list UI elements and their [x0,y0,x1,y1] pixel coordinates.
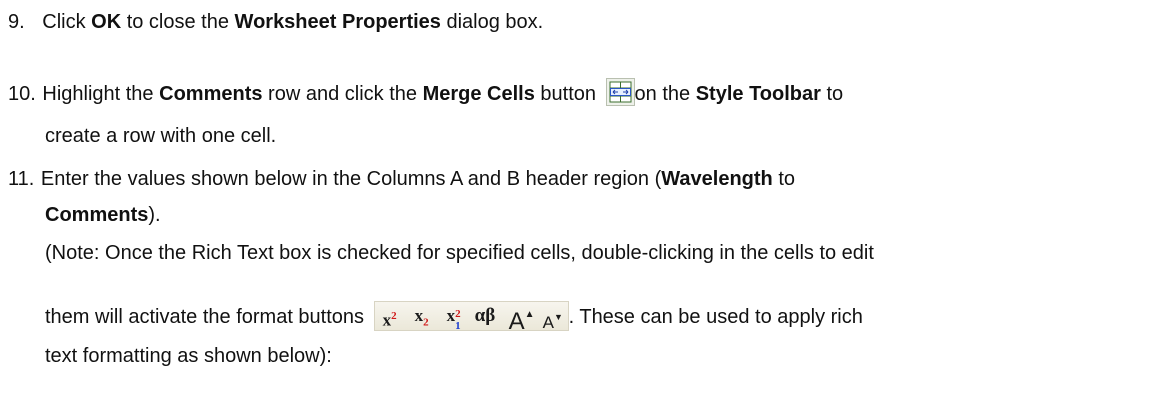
step-text: to [820,83,844,105]
step-11-continuation: Comments). [45,203,161,227]
style-toolbar-term: Style Toolbar [695,83,821,105]
increase-font-icon: A▲ [508,308,535,335]
step-text: ). [148,204,161,226]
step-text: dialog box. [440,11,544,33]
supersubscript-icon: x21 [446,306,461,332]
step-text: Enter the values shown below in the Colu… [40,168,662,190]
step-11: 11. Enter the values shown below in the … [8,167,795,191]
step-text: row and click the [262,83,423,105]
step-number: 11. [8,168,35,190]
comments-term: Comments [159,83,263,105]
step-text: button [534,83,602,105]
ok-term: OK [91,11,122,33]
note-line-1: (Note: Once the Rich Text box is checked… [45,241,874,265]
worksheet-properties-term: Worksheet Properties [234,11,441,33]
step-9: 9. Click OK to close the Worksheet Prope… [8,10,543,34]
note-text: them will activate the format buttons [45,306,370,328]
step-number: 9. [8,11,25,33]
subscript-icon: x2 [414,306,429,329]
merge-cells-term: Merge Cells [422,83,535,105]
merge-cells-icon [605,78,635,106]
greek-icon: αβ [474,305,496,326]
superscript-icon: x2 [382,310,397,330]
step-text: to close the [121,11,235,33]
step-text: Highlight the [42,83,160,105]
step-text: to [772,168,796,190]
step-text: on the [634,83,696,105]
note-text: (Note: Once the Rich Text box is checked… [45,242,874,264]
note-text: . These can be used to apply rich [568,306,863,328]
step-10-continuation: create a row with one cell. [45,124,276,148]
step-text: create a row with one cell. [45,125,277,147]
step-text: Click [42,11,92,33]
step-number: 10. [8,83,36,105]
step-10: 10. Highlight the Comments row and click… [8,78,843,106]
note-text: text formatting as shown below): [45,345,332,367]
comments-term: Comments [45,204,149,226]
wavelength-term: Wavelength [661,168,773,190]
decrease-font-icon: A▼ [542,312,563,332]
note-line-3: text formatting as shown below): [45,344,332,368]
format-buttons-toolbar: x2 x2 x21 αβ A▲ A▼ [373,301,569,335]
note-line-2: them will activate the format buttons x2… [45,301,863,335]
